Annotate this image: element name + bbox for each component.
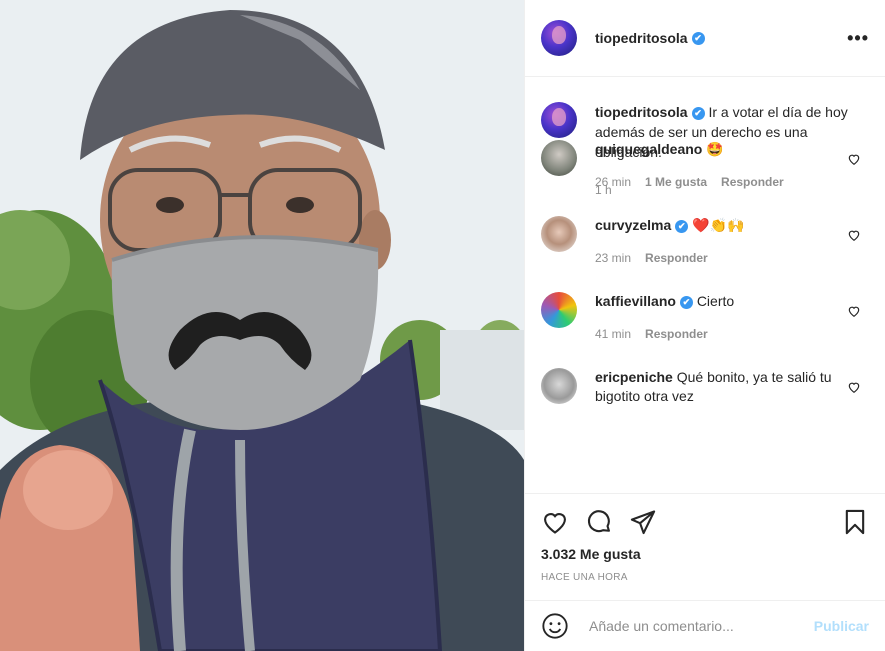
commenter-avatar[interactable] <box>541 368 577 404</box>
caption-avatar[interactable] <box>541 102 577 138</box>
like-comment-heart-icon[interactable] <box>847 380 861 394</box>
header-username[interactable]: tiopedritosola <box>595 30 688 46</box>
post-side-panel: tiopedritosola ✔ ••• tiopedritosola ✔ Ir … <box>524 0 885 651</box>
verified-badge-icon: ✔ <box>679 296 693 309</box>
like-comment-heart-icon[interactable] <box>847 152 861 166</box>
list-item: quiquegaldeano 🤩 26 min 1 Me gusta Respond… <box>541 140 869 192</box>
list-item: ericpeniche Qué bonito, ya te salió tu b… <box>541 368 869 406</box>
comment-username[interactable]: curvyzelma <box>595 217 671 233</box>
verified-badge-icon: ✔ <box>691 31 705 45</box>
verified-badge-icon: ✔ <box>675 220 689 233</box>
heart-icon[interactable] <box>541 508 569 536</box>
comment-time[interactable]: 41 min <box>595 327 631 341</box>
selfie-photo <box>0 0 524 651</box>
reply-button[interactable]: Responder <box>721 175 784 189</box>
caption-username[interactable]: tiopedritosola <box>595 104 688 120</box>
post-photo[interactable] <box>0 0 524 651</box>
comment-text: Cierto <box>696 293 735 309</box>
comment-text: ❤️👏🙌 <box>692 217 745 233</box>
comment-username[interactable]: ericpeniche <box>595 369 673 385</box>
avatar[interactable] <box>541 20 577 56</box>
bookmark-icon[interactable] <box>841 508 869 536</box>
like-comment-heart-icon[interactable] <box>847 228 861 242</box>
commenter-avatar[interactable] <box>541 140 577 176</box>
comment-likes[interactable]: 1 Me gusta <box>645 175 707 189</box>
post-timestamp[interactable]: HACE UNA HORA <box>541 572 869 583</box>
commenter-avatar[interactable] <box>541 216 577 252</box>
emoji-icon[interactable] <box>541 612 569 640</box>
add-comment-bar: Publicar <box>525 600 885 651</box>
commenter-avatar[interactable] <box>541 292 577 328</box>
share-icon[interactable] <box>629 508 657 536</box>
comment-username[interactable]: kaffievillano <box>595 293 676 309</box>
list-item: kaffievillano ✔ Cierto 41 min Responder <box>541 292 869 344</box>
list-item: curvyzelma ✔ ❤️👏🙌 23 min Responder <box>541 216 869 268</box>
instagram-post: tiopedritosola ✔ ••• tiopedritosola ✔ Ir … <box>0 0 885 651</box>
reply-button[interactable]: Responder <box>645 327 708 341</box>
likes-count[interactable]: 3.032 Me gusta <box>541 546 869 562</box>
more-options-icon[interactable]: ••• <box>847 28 869 49</box>
post-actions: 3.032 Me gusta HACE UNA HORA <box>525 493 885 601</box>
like-comment-heart-icon[interactable] <box>847 304 861 318</box>
verified-badge-icon: ✔ <box>691 107 705 120</box>
post-header: tiopedritosola ✔ ••• <box>525 0 885 77</box>
comment-username[interactable]: quiquegaldeano <box>595 141 702 157</box>
comment-input[interactable] <box>587 617 811 635</box>
comment-icon[interactable] <box>585 508 613 536</box>
comment-text: 🤩 <box>706 141 724 157</box>
reply-button[interactable]: Responder <box>645 251 708 265</box>
publish-button[interactable]: Publicar <box>814 618 869 634</box>
comment-time[interactable]: 26 min <box>595 175 631 189</box>
comment-time[interactable]: 23 min <box>595 251 631 265</box>
